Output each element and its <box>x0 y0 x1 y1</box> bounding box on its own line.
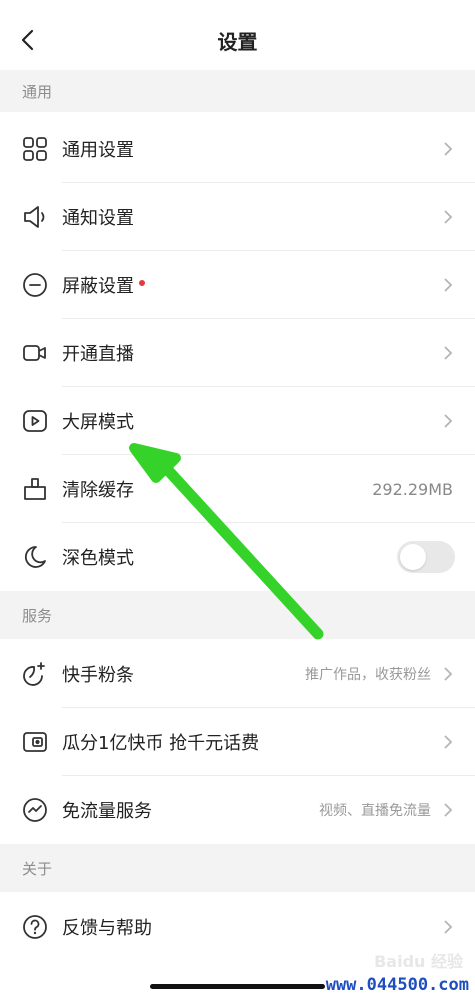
dark-mode-toggle[interactable] <box>397 541 455 573</box>
home-indicator <box>150 984 325 989</box>
chevron-right-icon <box>441 343 455 363</box>
settings-item-clear-cache[interactable]: 清除缓存 292.29MB <box>0 455 475 523</box>
settings-item-label: 深色模式 <box>62 548 134 569</box>
settings-item-fans-boost[interactable]: 快手粉条 推广作品，收获粉丝 <box>0 640 475 708</box>
chevron-right-icon <box>441 275 455 295</box>
chevron-right-icon <box>441 664 455 684</box>
settings-item-free-data[interactable]: 免流量服务 视频、直播免流量 <box>0 776 475 844</box>
chevron-right-icon <box>441 207 455 227</box>
settings-item-label: 瓜分1亿快币 抢千元话费 <box>62 733 260 754</box>
settings-item-label: 屏蔽设置 <box>62 272 145 298</box>
settings-item-subtext: 推广作品，收获粉丝 <box>305 667 431 683</box>
settings-item-label: 通用设置 <box>62 140 134 161</box>
grid-icon <box>20 134 50 164</box>
block-icon <box>20 270 50 300</box>
red-dot-badge <box>139 280 145 286</box>
settings-item-general[interactable]: 通用设置 <box>0 115 475 183</box>
settings-item-label: 通知设置 <box>62 208 134 229</box>
chevron-right-icon <box>441 411 455 431</box>
settings-item-block[interactable]: 屏蔽设置 <box>0 251 475 319</box>
chevron-right-icon <box>441 732 455 752</box>
help-icon <box>20 912 50 942</box>
settings-item-dark-mode: 深色模式 <box>0 523 475 591</box>
section-header-general: 通用 <box>0 70 475 112</box>
moon-icon <box>20 542 50 572</box>
video-camera-icon <box>20 338 50 368</box>
page-title: 设置 <box>217 30 258 54</box>
settings-item-notifications[interactable]: 通知设置 <box>0 183 475 251</box>
settings-item-big-screen[interactable]: 大屏模式 <box>0 387 475 455</box>
settings-item-label: 免流量服务 <box>62 801 152 822</box>
settings-item-label: 开通直播 <box>62 344 134 365</box>
settings-item-label: 大屏模式 <box>62 412 134 433</box>
play-screen-icon <box>20 406 50 436</box>
header: 设置 <box>0 0 475 78</box>
chevron-right-icon <box>441 139 455 159</box>
watermark-url: www.044500.com <box>325 975 469 995</box>
settings-item-label: 清除缓存 <box>62 480 134 501</box>
speaker-icon <box>20 202 50 232</box>
settings-item-label: 快手粉条 <box>62 665 134 686</box>
section-header-services: 服务 <box>0 591 475 639</box>
section-header-about: 关于 <box>0 844 475 892</box>
broom-icon <box>20 474 50 504</box>
chevron-right-icon <box>441 917 455 937</box>
settings-item-coin-promo[interactable]: 瓜分1亿快币 抢千元话费 <box>0 708 475 776</box>
watermark-logo: Baidu 经验 <box>374 952 463 971</box>
cache-size: 292.29MB <box>372 479 453 499</box>
settings-item-label: 反馈与帮助 <box>62 918 152 939</box>
wallet-icon <box>20 727 50 757</box>
sparkle-icon <box>20 659 50 689</box>
trend-icon <box>20 795 50 825</box>
toggle-knob <box>400 544 426 570</box>
chevron-right-icon <box>441 800 455 820</box>
settings-item-subtext: 视频、直播免流量 <box>319 803 431 819</box>
settings-item-live[interactable]: 开通直播 <box>0 319 475 387</box>
